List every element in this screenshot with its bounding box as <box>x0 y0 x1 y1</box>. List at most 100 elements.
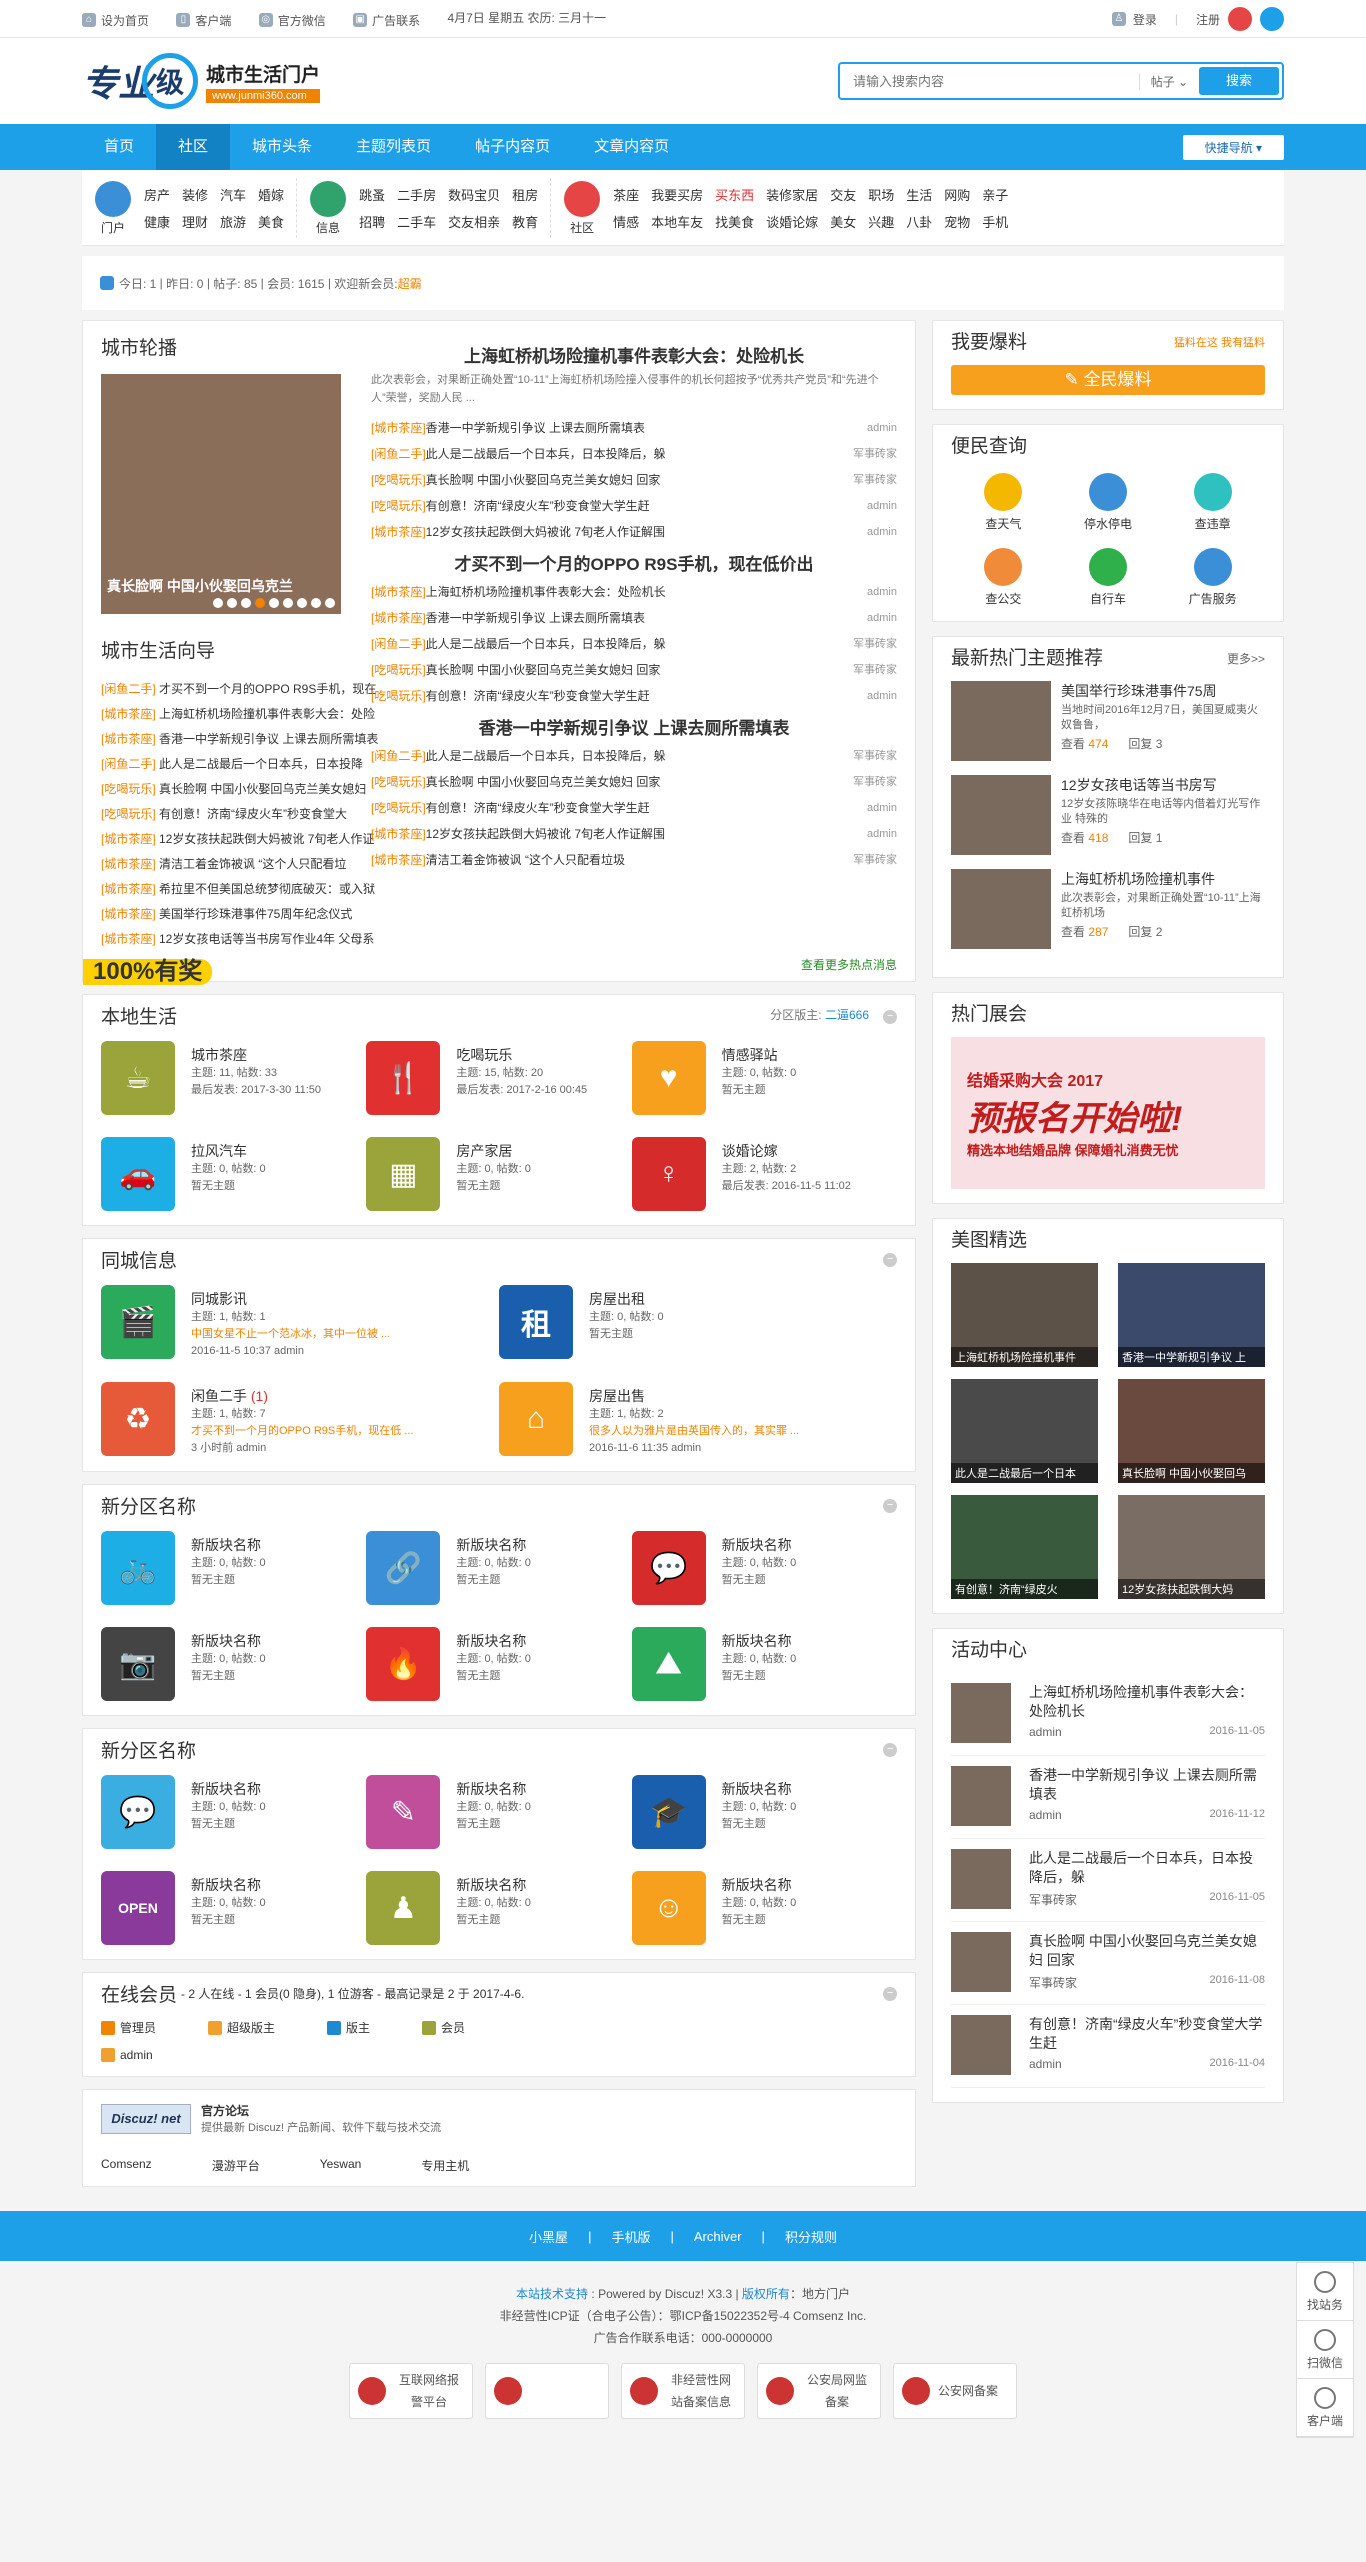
forum-item[interactable]: 🎓 新版块名称 主题: 0, 帖数: 0 暂无主题 <box>631 1775 897 1849</box>
nav-community[interactable]: 社区 <box>156 124 231 170</box>
activity-thumbnail[interactable] <box>951 1849 1011 1909</box>
set-home-link[interactable]: ⌂ 设为首页 <box>82 12 149 29</box>
category-link[interactable]: 生活 <box>906 185 932 204</box>
news-item[interactable]: [闲鱼二手]此人是二战最后一个日本兵，日本投降后，躲 军事砖家 <box>371 441 897 467</box>
category-link[interactable]: 租房 <box>512 185 538 204</box>
activity-user[interactable]: 军事砖家 <box>1029 1891 1077 1908</box>
baoliao-button[interactable]: ✎ 全民爆料 <box>951 365 1265 395</box>
forum-last-post[interactable]: 才买不到一个月的OPPO R9S手机，现在低 ... <box>191 1423 413 1440</box>
activity-title[interactable]: 香港一中学新规引争议 上课去厕所需填表 <box>1029 1766 1265 1804</box>
footer-badge[interactable] <box>485 2363 609 2419</box>
headline-2[interactable]: 才买不到一个月的OPPO R9S手机，现在低价出 <box>371 551 897 579</box>
collapse-icon[interactable]: − <box>883 1253 897 1267</box>
service-item[interactable]: 查天气 <box>951 473 1056 532</box>
forum-name[interactable]: 新版块名称 <box>456 1779 531 1799</box>
activity-thumbnail[interactable] <box>951 1766 1011 1826</box>
carousel-dot[interactable] <box>311 598 321 608</box>
activity-item[interactable]: 真长脸啊 中国小伙娶回乌克兰美女媳妇 回家 军事砖家 2016-11-08 <box>951 1922 1265 2005</box>
prize-banner[interactable]: 100%有奖 <box>83 959 213 985</box>
activity-thumbnail[interactable] <box>951 2015 1011 2075</box>
category-link[interactable]: 兴趣 <box>868 212 894 231</box>
nav-article-content[interactable]: 文章内容页 <box>572 124 691 170</box>
side-tool[interactable]: 客户端 <box>1297 2379 1353 2437</box>
wechat-link[interactable]: ◎ 官方微信 <box>258 12 326 29</box>
friend-link[interactable]: Comsenz <box>101 2157 152 2174</box>
client-link[interactable]: ▯ 客户端 <box>176 12 231 29</box>
thread-title[interactable]: 上海虹桥机场险撞机事件 <box>1061 869 1265 889</box>
activity-thumbnail[interactable] <box>951 1932 1011 1992</box>
thread-thumbnail[interactable] <box>951 681 1051 761</box>
forum-item[interactable]: 租房屋出租 主题: 0, 帖数: 0 暂无主题 <box>499 1285 897 1360</box>
forum-item[interactable]: ⌂ 房屋出售 主题: 1, 帖数: 2 很多人以为雅片是由英国传入的，其实罪 ... 2… <box>499 1382 897 1457</box>
forum-name[interactable]: 情感驿站 <box>722 1045 797 1065</box>
category-link[interactable]: 情感 <box>613 212 639 231</box>
category-link[interactable]: 谈婚论嫁 <box>766 212 818 231</box>
photo-item[interactable]: 真长脸啊 中国小伙娶回乌 <box>1118 1379 1265 1483</box>
news-item[interactable]: [城市茶座]清洁工着金饰被讽 “这个人只配看垃圾 军事砖家 <box>371 847 897 873</box>
category-link[interactable]: 八卦 <box>906 212 932 231</box>
weibo-icon[interactable] <box>1228 7 1252 31</box>
category-icon-block[interactable]: 信息 <box>309 180 347 236</box>
forum-name[interactable]: 新版块名称 <box>456 1875 531 1895</box>
service-item[interactable]: 自行车 <box>1056 548 1161 607</box>
category-link[interactable]: 找美食 <box>715 212 754 231</box>
category-link[interactable]: 理财 <box>182 212 208 231</box>
activity-title[interactable]: 此人是二战最后一个日本兵，日本投降后，躲 <box>1029 1849 1265 1887</box>
news-item[interactable]: [城市茶座]香港一中学新规引争议 上课去厕所需填表 admin <box>371 605 897 631</box>
news-item[interactable]: [闲鱼二手]此人是二战最后一个日本兵，日本投降后，躲 军事砖家 <box>371 743 897 769</box>
news-item[interactable]: [吃喝玩乐]真长脸啊 中国小伙娶回乌克兰美女媳妇 回家 军事砖家 <box>371 769 897 795</box>
category-link[interactable]: 跳蚤 <box>359 185 385 204</box>
forum-item[interactable]: 🚗 拉风汽车 主题: 0, 帖数: 0 暂无主题 <box>101 1137 366 1211</box>
expo-banner[interactable]: 结婚采购大会 2017 预报名开始啦! 精选本地结婚品牌 保障婚礼消费无忧 <box>951 1037 1265 1189</box>
online-user[interactable]: admin <box>101 2048 153 2062</box>
moderator-link[interactable]: 二逼666 <box>825 1008 869 1022</box>
category-link[interactable]: 宠物 <box>944 212 970 231</box>
forum-name[interactable]: 新版块名称 <box>722 1875 797 1895</box>
category-link[interactable]: 装修 <box>182 185 208 204</box>
activity-title[interactable]: 上海虹桥机场险撞机事件表彰大会：处险机长 <box>1029 1683 1265 1721</box>
category-link[interactable]: 招聘 <box>359 212 385 231</box>
carousel-dot[interactable] <box>227 598 237 608</box>
more-hot-link[interactable]: 查看更多热点消息 <box>801 956 897 973</box>
category-link[interactable]: 数码宝贝 <box>448 185 500 204</box>
forum-name[interactable]: 新版块名称 <box>191 1535 266 1555</box>
forum-item[interactable]: 🔗 新版块名称 主题: 0, 帖数: 0 暂无主题 <box>366 1531 631 1605</box>
forum-name[interactable]: 房屋出租 <box>589 1289 664 1309</box>
category-link[interactable]: 买东西 <box>715 185 754 204</box>
carousel-dot[interactable] <box>297 598 307 608</box>
forum-item[interactable]: 🎬 同城影讯 主题: 1, 帖数: 1 中国女星不止一个范冰冰，其中一位被 ... 20… <box>101 1285 499 1360</box>
category-icon-block[interactable]: 社区 <box>563 180 601 236</box>
category-link[interactable]: 手机 <box>982 212 1008 231</box>
forum-item[interactable]: 💬 新版块名称 主题: 0, 帖数: 0 暂无主题 <box>101 1775 366 1849</box>
category-link[interactable]: 旅游 <box>220 212 246 231</box>
carousel-dot[interactable] <box>241 598 251 608</box>
category-link[interactable]: 本地车友 <box>651 212 703 231</box>
carousel-dot[interactable] <box>325 598 335 608</box>
forum-item[interactable]: ♟ 新版块名称 主题: 0, 帖数: 0 暂无主题 <box>366 1871 631 1945</box>
activity-title[interactable]: 有创意！济南“绿皮火车”秒变食堂大学生赶 <box>1029 2015 1265 2053</box>
forum-name[interactable]: 房产家居 <box>456 1141 531 1161</box>
forum-item[interactable]: ⛰ 新版块名称 主题: 0, 帖数: 0 暂无主题 <box>631 1627 897 1701</box>
news-item[interactable]: [闲鱼二手]此人是二战最后一个日本兵，日本投降后，躲 军事砖家 <box>371 631 897 657</box>
activity-user[interactable]: admin <box>1029 1808 1062 1822</box>
category-link[interactable]: 交友 <box>830 185 856 204</box>
news-item[interactable]: [城市茶座]12岁女孩扶起跌倒大妈被讹 7旬老人作证解围 admin <box>371 519 897 545</box>
nav-headlines[interactable]: 城市头条 <box>230 124 334 170</box>
category-link[interactable]: 美女 <box>830 212 856 231</box>
forum-item[interactable]: 🔥 新版块名称 主题: 0, 帖数: 0 暂无主题 <box>366 1627 631 1701</box>
side-tool[interactable]: 找站务 <box>1297 2263 1353 2321</box>
photo-item[interactable]: 香港一中学新规引争议 上 <box>1118 1263 1265 1367</box>
footer-badge[interactable]: 公安网备案 <box>893 2363 1017 2419</box>
photo-item[interactable]: 12岁女孩扶起跌倒大妈 <box>1118 1495 1265 1599</box>
activity-thumbnail[interactable] <box>951 1683 1011 1743</box>
side-tool[interactable]: 扫微信 <box>1297 2321 1353 2379</box>
forum-name[interactable]: 闲鱼二手 (1) <box>191 1386 413 1406</box>
news-item[interactable]: [吃喝玩乐]真长脸啊 中国小伙娶回乌克兰美女媳妇 回家 军事砖家 <box>371 657 897 683</box>
more-link[interactable]: 更多>> <box>1227 637 1265 681</box>
forum-name[interactable]: 城市茶座 <box>191 1045 321 1065</box>
category-icon-block[interactable]: 门户 <box>94 180 132 236</box>
site-logo[interactable]: 专业 级 城市生活门户 www.junmi360.com <box>82 53 321 109</box>
nav-post-content[interactable]: 帖子内容页 <box>453 124 572 170</box>
collapse-icon[interactable]: − <box>883 1743 897 1757</box>
forum-name[interactable]: 新版块名称 <box>191 1779 266 1799</box>
